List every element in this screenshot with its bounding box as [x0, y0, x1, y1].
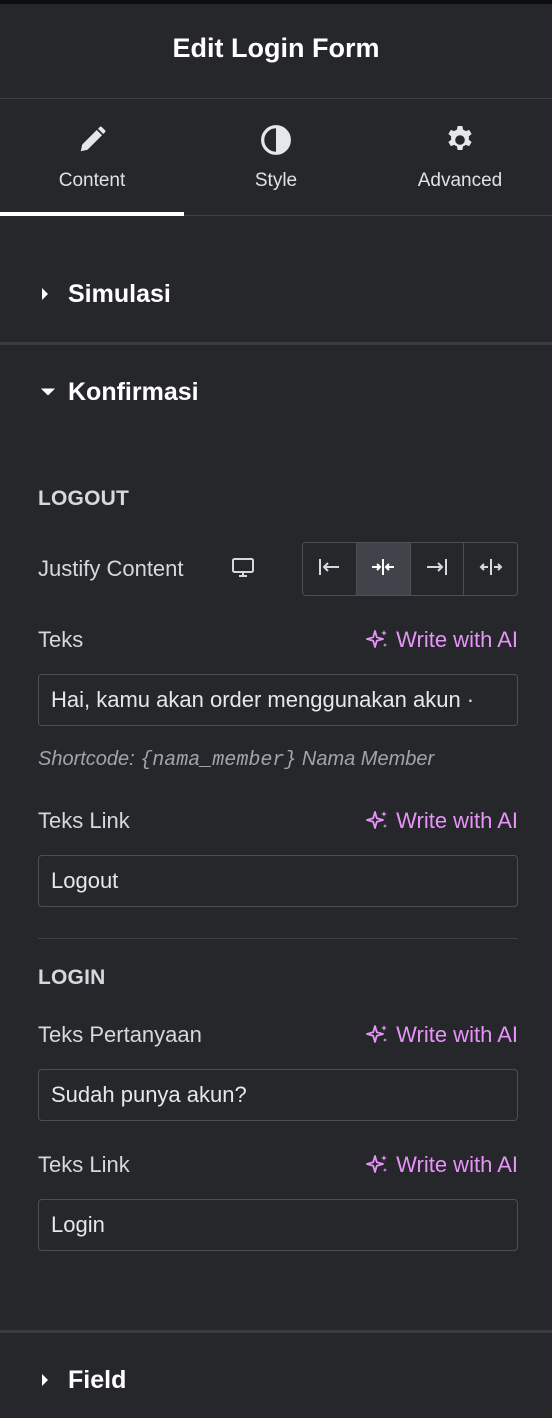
contrast-icon: [260, 124, 292, 156]
tab-style[interactable]: Style: [184, 100, 368, 215]
login-link-write-with-ai-label: Write with AI: [396, 1152, 518, 1177]
teks-pertanyaan-input[interactable]: Sudah punya akun?: [38, 1069, 518, 1121]
logout-link-write-with-ai-button[interactable]: Write with AI: [366, 808, 518, 834]
section-field-toggle[interactable]: Field: [0, 1354, 552, 1406]
login-link-input[interactable]: Login: [38, 1199, 518, 1251]
desktop-icon[interactable]: [231, 557, 255, 584]
section-simulasi-toggle[interactable]: Simulasi: [0, 268, 552, 320]
caret-right-icon: [40, 286, 56, 302]
shortcode-help-code: {nama_member}: [140, 749, 297, 772]
tab-content[interactable]: Content: [0, 100, 184, 216]
teks-pertanyaan-write-with-ai-button[interactable]: Write with AI: [366, 1022, 518, 1048]
teks-label: Teks: [38, 627, 84, 652]
section-divider: [0, 342, 552, 345]
login-heading: LOGIN: [38, 966, 106, 989]
tab-advanced[interactable]: Advanced: [368, 100, 552, 215]
shortcode-help-prefix: Shortcode:: [38, 748, 141, 770]
teks-pertanyaan-write-with-ai-label: Write with AI: [396, 1022, 518, 1047]
login-link-label: Teks Link: [38, 1152, 130, 1177]
group-divider: [38, 938, 518, 939]
caret-right-icon: [40, 1372, 56, 1388]
teks-write-with-ai-button[interactable]: Write with AI: [366, 627, 518, 653]
tab-content-label: Content: [58, 170, 126, 191]
justify-space-between-option[interactable]: [464, 543, 517, 595]
teks-write-with-ai-label: Write with AI: [396, 627, 518, 652]
justify-center-option[interactable]: [356, 543, 411, 595]
teks-pertanyaan-label: Teks Pertanyaan: [38, 1022, 202, 1047]
tab-style-label: Style: [254, 170, 298, 191]
justify-end-icon: [424, 556, 450, 583]
panel-tabs: Content Style Advanced: [0, 100, 552, 216]
caret-down-icon: [40, 386, 56, 398]
tab-advanced-label: Advanced: [417, 170, 503, 191]
sparkle-icon: [366, 1025, 388, 1043]
sparkle-icon: [366, 1155, 388, 1173]
logout-heading: LOGOUT: [38, 487, 130, 510]
justify-content-label: Justify Content: [38, 556, 184, 581]
section-field-title: Field: [68, 1365, 127, 1394]
justify-end-option[interactable]: [411, 543, 465, 595]
gear-icon: [444, 124, 476, 156]
sparkle-icon: [366, 811, 388, 829]
shortcode-help: Shortcode: {nama_member} Nama Member: [38, 748, 434, 772]
section-konfirmasi-toggle[interactable]: Konfirmasi: [0, 366, 552, 418]
pencil-icon: [76, 124, 108, 156]
justify-content-control: [302, 542, 518, 596]
sparkle-icon: [366, 630, 388, 648]
section-simulasi-title: Simulasi: [68, 279, 171, 308]
panel-title: Edit Login Form: [172, 32, 380, 63]
justify-space-between-icon: [478, 556, 504, 583]
shortcode-help-suffix: Nama Member: [296, 748, 435, 770]
panel-header: Edit Login Form: [0, 4, 552, 99]
teks-input[interactable]: Hai, kamu akan order menggunakan akun ·: [38, 674, 518, 726]
justify-center-icon: [370, 556, 396, 583]
logout-link-input[interactable]: Logout: [38, 855, 518, 907]
section-divider: [0, 1330, 552, 1333]
login-link-write-with-ai-button[interactable]: Write with AI: [366, 1152, 518, 1178]
justify-start-icon: [316, 556, 342, 583]
logout-link-label: Teks Link: [38, 808, 130, 833]
logout-link-write-with-ai-label: Write with AI: [396, 808, 518, 833]
section-konfirmasi-title: Konfirmasi: [68, 377, 199, 406]
justify-start-option[interactable]: [303, 543, 357, 595]
